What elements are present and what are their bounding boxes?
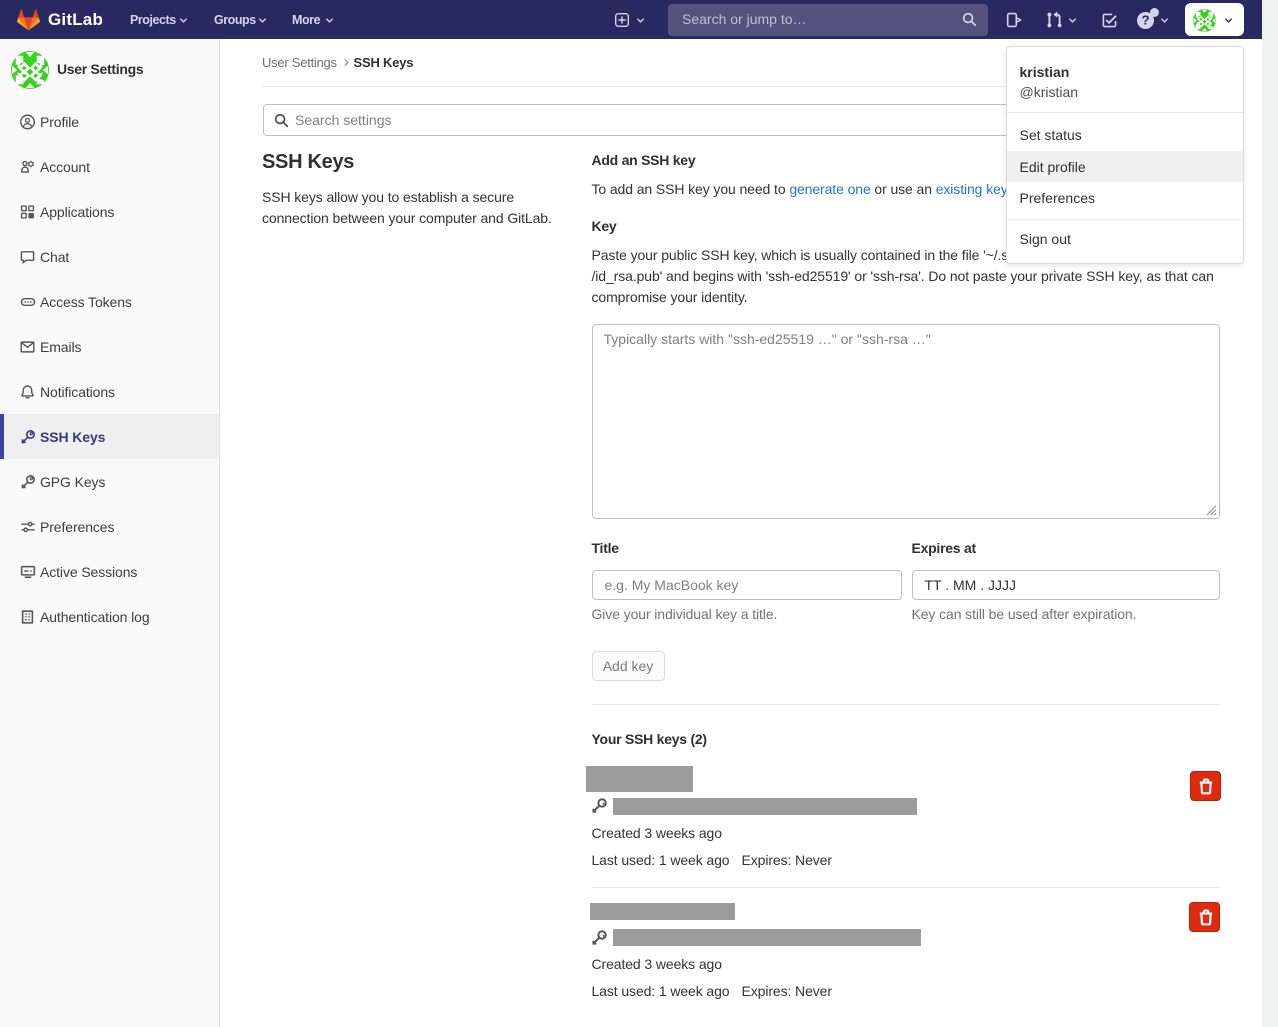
svg-text:?: ? — [1141, 12, 1149, 27]
